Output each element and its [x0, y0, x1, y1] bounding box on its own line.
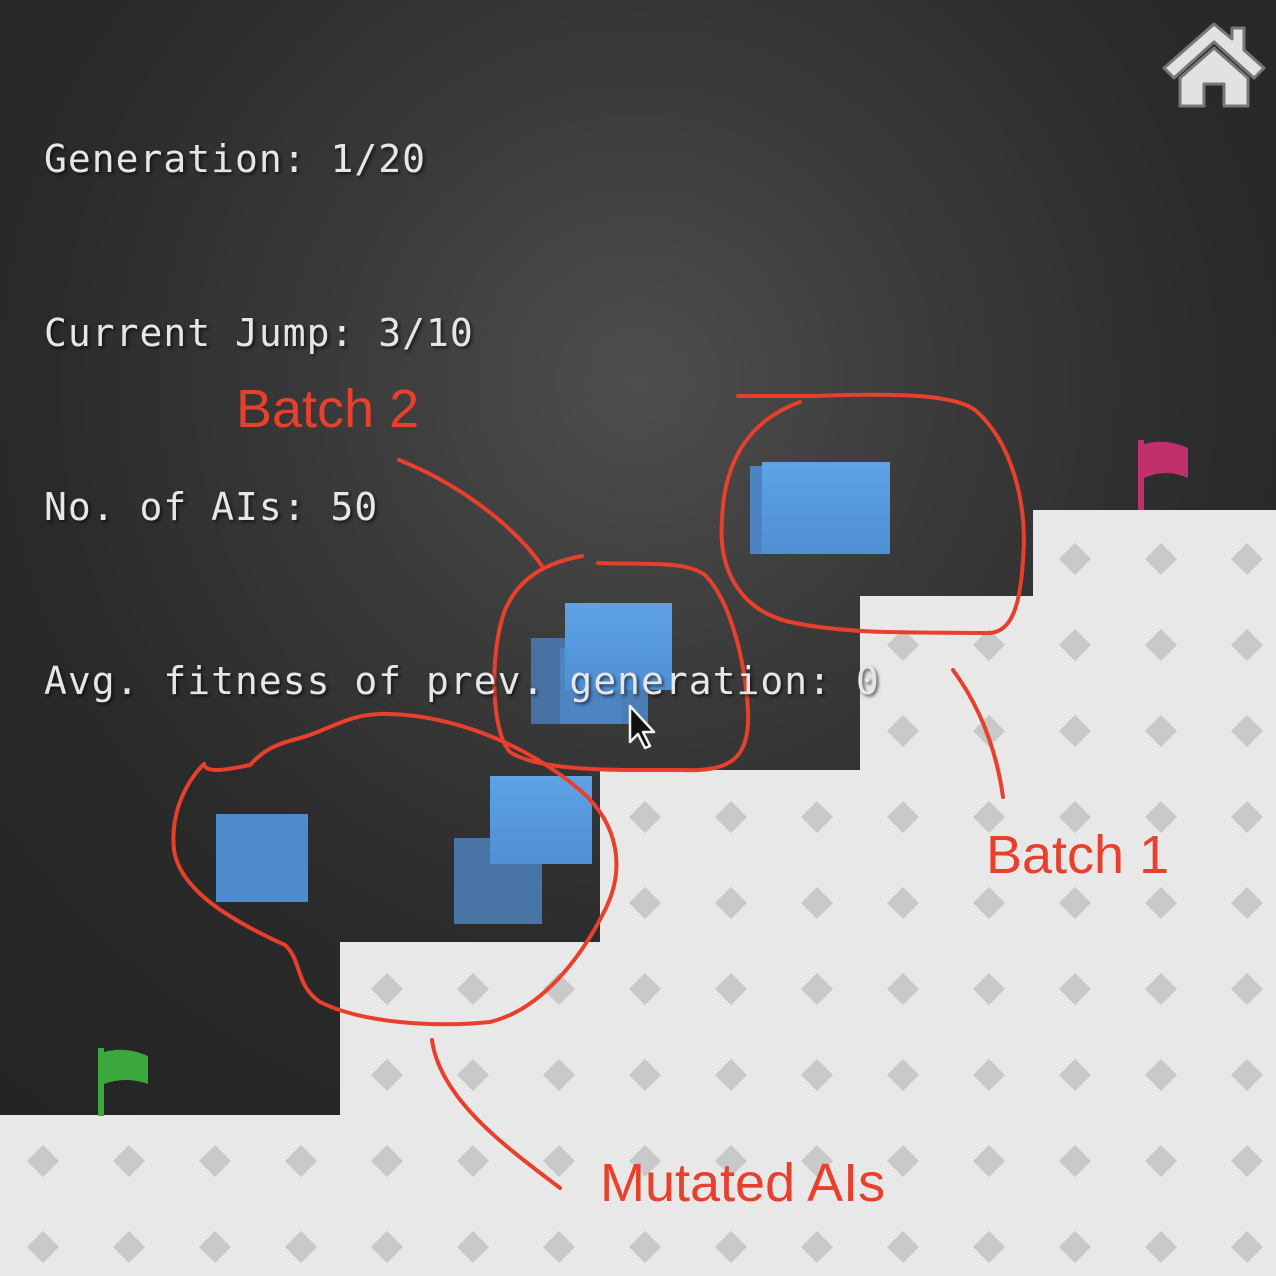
game-stage: Generation: 1/20 Current Jump: 3/10 No. …	[0, 0, 1276, 1276]
current-jump-counter: Current Jump: 3/10	[44, 311, 474, 355]
hud-panel: Generation: 1/20 Current Jump: 3/10 No. …	[44, 14, 880, 826]
start-flag	[98, 1048, 148, 1116]
goal-flag	[1138, 440, 1188, 510]
batch-1-label: Batch 1	[986, 825, 1170, 885]
generation-counter: Generation: 1/20	[44, 137, 427, 181]
home-button[interactable]	[1160, 20, 1268, 112]
mutated-ais-label: Mutated AIs	[600, 1153, 886, 1213]
ai-block	[216, 814, 308, 902]
home-icon	[1162, 22, 1266, 108]
ai-count: No. of AIs: 50	[44, 485, 379, 529]
batch-2-label: Batch 2	[236, 379, 420, 439]
avg-fitness: Avg. fitness of prev. generation: 0	[44, 659, 880, 703]
